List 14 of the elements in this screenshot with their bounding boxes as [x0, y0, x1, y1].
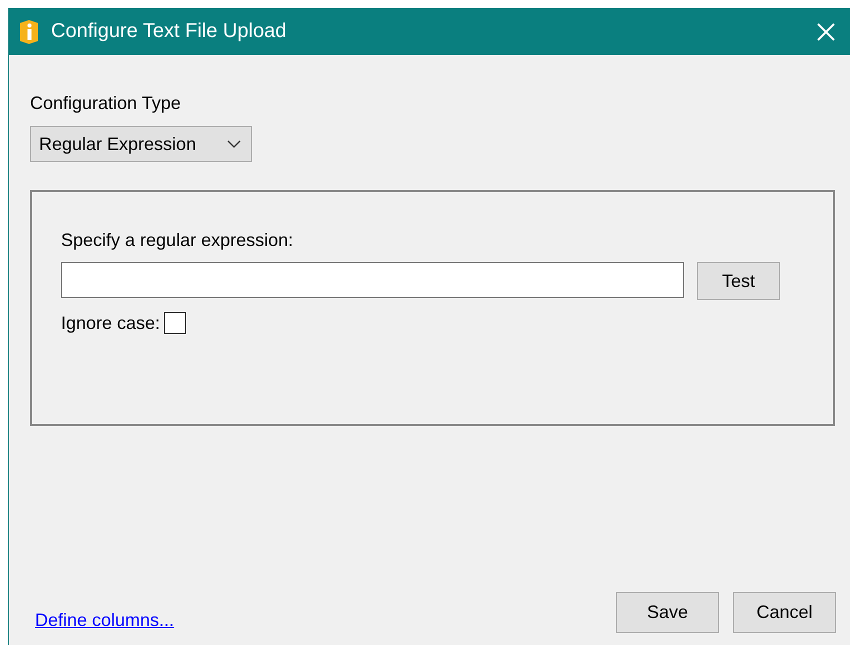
- define-columns-link[interactable]: Define columns...: [35, 610, 174, 631]
- test-button[interactable]: Test: [697, 262, 780, 300]
- ignore-case-checkbox[interactable]: [164, 312, 186, 334]
- configuration-type-dropdown[interactable]: Regular Expression: [30, 126, 252, 162]
- window-title: Configure Text File Upload: [51, 20, 288, 43]
- close-icon[interactable]: [816, 22, 836, 42]
- save-button[interactable]: Save: [616, 592, 719, 633]
- field-label: Configuration Type: [30, 93, 182, 114]
- regex-input-field[interactable]: [61, 262, 684, 298]
- checkbox-label: Ignore case:: [61, 312, 160, 334]
- app-icon: [17, 18, 41, 44]
- cancel-button[interactable]: Cancel: [733, 592, 836, 633]
- field-label: Specify a regular expression:: [61, 230, 294, 251]
- chevron-down-icon: [227, 140, 241, 148]
